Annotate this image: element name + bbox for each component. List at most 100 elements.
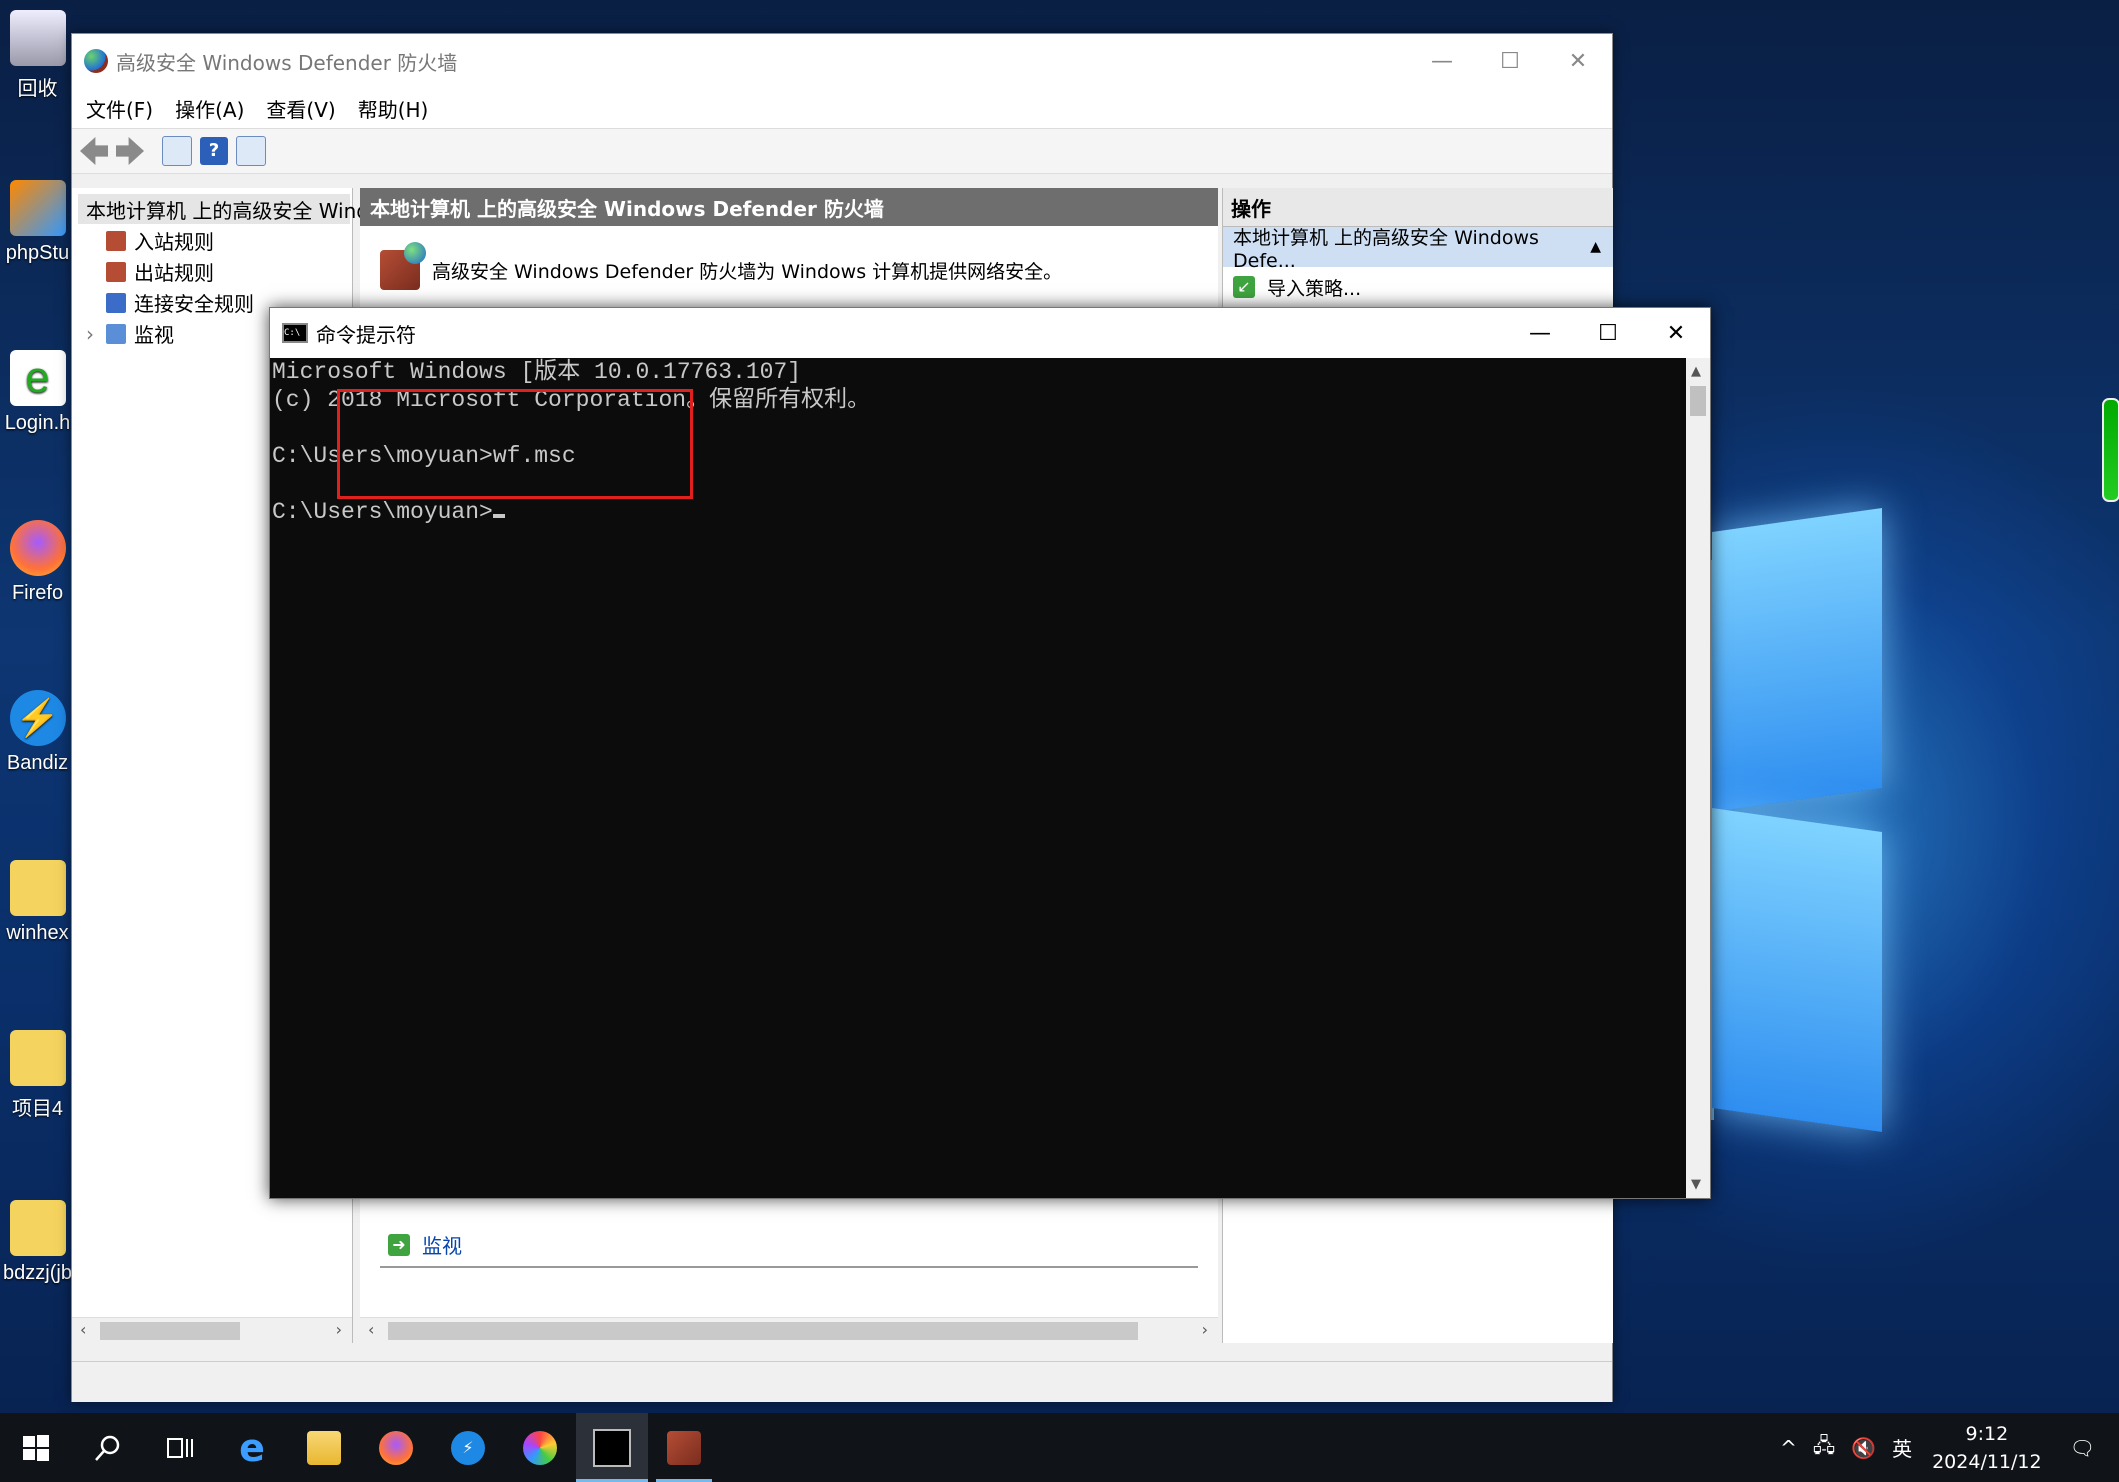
collapse-up-icon[interactable]: ▲ (1590, 239, 1601, 255)
desktop-icon-label: Firefo (11, 582, 64, 604)
taskbar-cmd[interactable] (576, 1413, 648, 1482)
forward-arrow-icon[interactable] (116, 137, 144, 165)
description-text: 高级安全 Windows Defender 防火墙为 Windows 计算机提供… (432, 260, 1063, 283)
cmd-title-bar[interactable]: C:\ 命令提示符 — ☐ ✕ (270, 308, 1710, 358)
taskbar: e ⚡ ^ 🖧 🔇 英 9:12 2024/11/12 🗨 (0, 1413, 2119, 1482)
firewall-title-bar[interactable]: 高级安全 Windows Defender 防火墙 — ☐ ✕ (72, 34, 1612, 88)
cmd-app-icon: C:\ (282, 323, 308, 343)
tree-item-outbound[interactable]: 出站规则 (106, 257, 214, 286)
task-view-icon (167, 1437, 193, 1458)
windows-logo-icon (23, 1434, 49, 1461)
outbound-rules-icon (106, 261, 126, 282)
desktop-icon-firefox[interactable]: Firefo (0, 520, 75, 605)
firewall-status-bar (72, 1361, 1612, 1402)
task-view-button[interactable] (144, 1413, 216, 1482)
desktop-icon-label: bdzzj(jb (3, 1262, 72, 1284)
connection-security-icon (106, 292, 126, 313)
minimize-button[interactable]: — (1408, 49, 1476, 74)
menu-file[interactable]: 文件(F) (86, 94, 153, 123)
desktop-icon-login[interactable]: e Login.h (0, 350, 75, 435)
monitoring-link[interactable]: ➜ 监视 (388, 1230, 462, 1259)
desktop-edge-indicator (2102, 398, 2119, 502)
tree-expander-icon[interactable]: › (86, 322, 106, 346)
desktop-icon-bdzzj[interactable]: bdzzj(jb (0, 1200, 75, 1285)
taskbar-firefox[interactable] (360, 1413, 432, 1482)
menu-view[interactable]: 查看(V) (266, 94, 335, 123)
firewall-app-icon (84, 49, 108, 73)
desktop-icon-bandizip[interactable]: ⚡ Bandiz (0, 690, 75, 775)
network-icon[interactable]: 🖧 (1813, 1431, 1835, 1465)
firewall-caption-buttons: — ☐ ✕ (1408, 49, 1612, 74)
tray-overflow-chevron-icon[interactable]: ^ (1780, 1436, 1797, 1460)
import-policy-icon: ↙ (1233, 276, 1255, 298)
desktop-icon-recycle-bin[interactable]: 回收 (0, 10, 75, 101)
cmd-window-title: 命令提示符 (316, 322, 416, 347)
cmd-vertical-scrollbar[interactable]: ▲ ▼ (1686, 358, 1710, 1198)
show-hide-action-pane-icon[interactable] (236, 136, 266, 166)
actions-header: 操作 (1223, 188, 1613, 227)
bandizip-icon: ⚡ (9, 690, 66, 746)
show-hide-console-tree-icon[interactable] (162, 136, 192, 166)
ai-assistant-icon (523, 1430, 557, 1465)
tree-item-label: 监视 (134, 323, 174, 347)
taskbar-bandizip[interactable]: ⚡ (432, 1413, 504, 1482)
volume-muted-icon[interactable]: 🔇 (1851, 1436, 1876, 1460)
desktop-icon-phpstudy[interactable]: phpStu (0, 180, 75, 265)
minimize-button[interactable]: — (1506, 321, 1574, 346)
tree-item-inbound[interactable]: 入站规则 (106, 226, 214, 255)
scroll-down-icon[interactable]: ▼ (1691, 1177, 1701, 1192)
desktop-icon-winhex[interactable]: winhex (0, 860, 75, 945)
desktop-icon-label: phpStu (5, 242, 70, 264)
folder-icon (9, 1200, 66, 1256)
back-arrow-icon[interactable] (80, 137, 108, 165)
actions-section-header[interactable]: 本地计算机 上的高级安全 Windows Defe... ▲ (1223, 227, 1613, 272)
start-button[interactable] (0, 1413, 72, 1482)
taskbar-ai-app[interactable] (504, 1413, 576, 1482)
tree-item-connection-security[interactable]: 连接安全规则 (106, 288, 254, 317)
center-horizontal-scrollbar[interactable]: ‹ › (360, 1317, 1218, 1344)
tree-root[interactable]: 本地计算机 上的高级安全 Windc (78, 194, 380, 224)
ime-indicator[interactable]: 英 (1892, 1433, 1912, 1462)
clock-time: 9:12 (1965, 1422, 2009, 1445)
scroll-thumb[interactable] (388, 1322, 1138, 1340)
maximize-button[interactable]: ☐ (1574, 321, 1642, 346)
taskbar-file-explorer[interactable] (288, 1413, 360, 1482)
bandizip-icon: ⚡ (451, 1430, 485, 1465)
wallpaper-logo-pane-bottom (1712, 808, 1882, 1132)
firewall-menu-bar: 文件(F) 操作(A) 查看(V) 帮助(H) (72, 88, 1612, 128)
annotation-highlight-box (337, 389, 693, 499)
scroll-thumb[interactable] (100, 1322, 240, 1340)
scroll-right-icon[interactable]: › (336, 1320, 342, 1339)
scroll-right-icon[interactable]: › (1202, 1320, 1208, 1339)
help-icon[interactable]: ? (200, 137, 228, 165)
action-import-policy[interactable]: ↙ 导入策略... (1223, 267, 1613, 307)
tree-horizontal-scrollbar[interactable]: ‹ › (72, 1317, 352, 1344)
desktop-icon-project[interactable]: 项目4 (0, 1030, 75, 1121)
scroll-thumb[interactable] (1690, 386, 1706, 416)
tree-item-label: 出站规则 (134, 261, 214, 285)
tree-root-label: 本地计算机 上的高级安全 Windc (86, 198, 380, 223)
scroll-left-icon[interactable]: ‹ (80, 1320, 86, 1339)
action-center-icon[interactable]: 🗨 (2070, 1436, 2095, 1460)
menu-action[interactable]: 操作(A) (175, 94, 244, 123)
tree-item-label: 连接安全规则 (134, 292, 254, 316)
scroll-up-icon[interactable]: ▲ (1691, 364, 1701, 379)
desktop-icon-label: 回收 (17, 78, 58, 100)
search-button[interactable] (72, 1413, 144, 1482)
menu-help[interactable]: 帮助(H) (358, 94, 429, 123)
scroll-left-icon[interactable]: ‹ (368, 1320, 374, 1339)
tree-item-monitoring[interactable]: › 监视 (86, 319, 174, 348)
center-pane-header: 本地计算机 上的高级安全 Windows Defender 防火墙 (360, 188, 1218, 226)
tree-item-label: 入站规则 (134, 230, 214, 254)
close-button[interactable]: ✕ (1544, 49, 1612, 74)
go-arrow-icon: ➜ (388, 1233, 410, 1256)
clock[interactable]: 9:12 2024/11/12 (1932, 1420, 2042, 1476)
taskbar-ie[interactable]: e (216, 1413, 288, 1482)
close-button[interactable]: ✕ (1642, 321, 1710, 346)
inbound-rules-icon (106, 230, 126, 251)
phpstudy-icon (9, 180, 66, 236)
folder-icon (9, 1030, 66, 1086)
maximize-button[interactable]: ☐ (1476, 49, 1544, 74)
desktop-icon-label: 项目4 (11, 1098, 64, 1120)
taskbar-firewall[interactable] (648, 1413, 720, 1482)
